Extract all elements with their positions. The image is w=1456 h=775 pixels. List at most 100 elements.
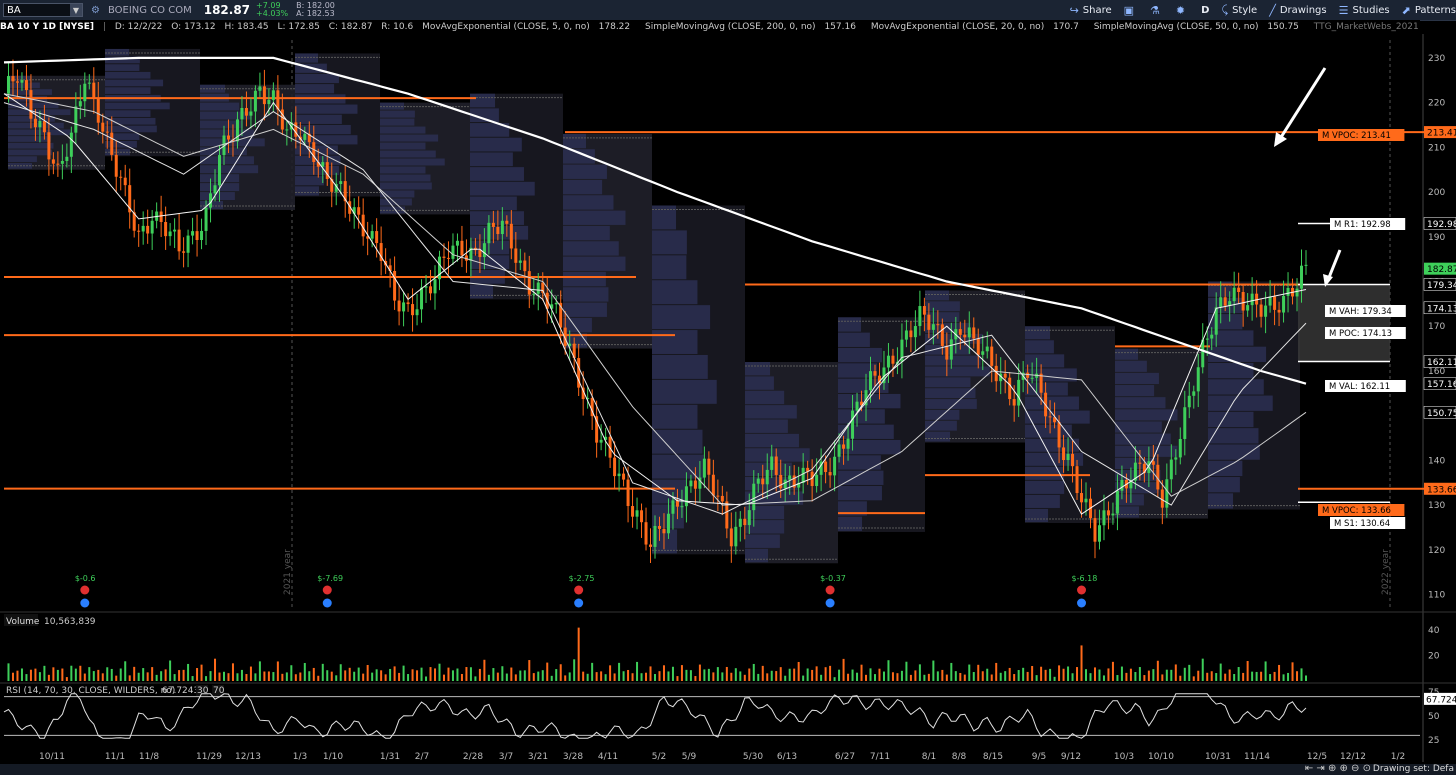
volume-bar: [312, 667, 315, 681]
profile-bar: [8, 116, 55, 122]
gear-button[interactable]: ✹: [1176, 4, 1189, 17]
candle-body: [182, 251, 186, 253]
volume-bar: [1076, 667, 1079, 681]
profile-bar: [745, 462, 792, 477]
handle-tag: @TriBeCaTrading || @MarketWebs: [21, 38, 173, 49]
price-tag: [1423, 406, 1456, 419]
study-ema5[interactable]: MovAvgExponential (CLOSE, 5, 0, no) 178.…: [422, 22, 636, 32]
share-button[interactable]: ↪ Share: [1070, 4, 1112, 17]
volume-bar: [1287, 672, 1290, 681]
flask-button[interactable]: ⚗: [1150, 4, 1164, 17]
layout-button[interactable]: ▣: [1124, 4, 1138, 17]
candle-body: [918, 306, 922, 327]
candle-body: [1003, 373, 1007, 378]
symbol-input[interactable]: BA ▼: [3, 3, 83, 17]
candle-body: [981, 351, 985, 355]
profile-bar: [1208, 460, 1243, 477]
profile-bar: [8, 122, 64, 129]
candle-body: [1156, 464, 1160, 490]
volume-bar: [878, 668, 881, 681]
profile-bar: [652, 205, 677, 230]
settings-icon[interactable]: ⚙: [91, 5, 100, 16]
volume-bar: [667, 671, 670, 681]
price-tick-label: 170: [1428, 322, 1445, 332]
volume-bar: [671, 666, 674, 681]
volume-bar: [1111, 661, 1114, 681]
study-sma50[interactable]: SimpleMovingAvg (CLOSE, 50, 0, no) 150.7…: [1094, 22, 1305, 32]
annotation-arrow: [1276, 67, 1327, 143]
volume-bar: [142, 668, 145, 681]
earnings-value: $-6.18: [1072, 574, 1098, 583]
profile-bar: [200, 183, 240, 192]
profile-bar: [1115, 348, 1139, 360]
volume-value: 10,563,839: [44, 617, 96, 627]
volume-bar: [1013, 674, 1016, 681]
volume-bar: [537, 671, 540, 681]
candle-body: [69, 132, 73, 157]
profile-bar: [295, 53, 319, 63]
volume-bar: [1098, 669, 1101, 681]
patterns-button[interactable]: ⬈ Patterns: [1402, 4, 1456, 17]
profile-bar: [380, 206, 406, 214]
chevron-down-icon[interactable]: ▼: [70, 4, 82, 16]
volume-bar: [1152, 669, 1155, 681]
candle-body: [123, 177, 127, 186]
profile-bar: [470, 152, 513, 167]
profile-bar: [838, 516, 863, 531]
price-tick-label: 150: [1428, 412, 1445, 422]
candle-body: [972, 327, 976, 339]
volume-bar: [685, 669, 688, 681]
profile-bar: [563, 133, 587, 149]
profile-bar: [925, 366, 990, 377]
study-ema20[interactable]: MovAvgExponential (CLOSE, 20, 0, no) 170…: [871, 22, 1085, 32]
volume-bar: [725, 666, 728, 681]
price-chart[interactable]: 2021 year 2022 year 110 120 130 140 150 160 170…: [0, 0, 1456, 775]
volume-bar: [52, 667, 55, 681]
alert-icon[interactable]: !: [4, 38, 15, 49]
profile-bar: [8, 136, 51, 142]
price-tick-label: 140: [1428, 456, 1445, 466]
profile-block: [652, 205, 745, 555]
volume-bar: [375, 669, 378, 681]
candle-body: [375, 231, 379, 244]
drawing-set-label[interactable]: Drawing set: Defa: [1373, 764, 1454, 774]
candle-body: [240, 107, 244, 120]
period-button[interactable]: D: [1201, 5, 1209, 16]
style-button[interactable]: ⤹ Style: [1221, 3, 1257, 17]
volume-bar: [1143, 675, 1146, 681]
candle-body: [307, 133, 311, 143]
volume-bar: [977, 664, 980, 681]
volume-bar: [1134, 672, 1137, 681]
volume-bar: [514, 674, 517, 681]
volume-bar: [936, 671, 939, 681]
study-sma200[interactable]: SimpleMovingAvg (CLOSE, 200, 0, no) 157.…: [645, 22, 862, 32]
volume-bar: [1161, 674, 1164, 681]
volume-bar: [658, 671, 661, 681]
candle-body: [707, 458, 711, 475]
candle-body: [608, 436, 612, 458]
profile-bar: [470, 225, 529, 240]
drawings-button[interactable]: ╱ Drawings: [1269, 4, 1326, 17]
candle-body: [1174, 457, 1178, 460]
zoom-controls[interactable]: ⇤ ⇥ ⊕ ⊕ ⊖ ⊙: [1305, 763, 1371, 774]
studies-button[interactable]: ☰ Studies: [1339, 4, 1390, 17]
profile-bar: [1208, 411, 1254, 428]
candle-body: [1237, 287, 1241, 293]
volume-bar: [483, 659, 486, 681]
profile-bar: [1115, 506, 1140, 518]
candle-body: [729, 528, 733, 547]
candle-body: [895, 361, 899, 364]
candle-body: [752, 483, 756, 511]
volume-bar: [88, 667, 91, 681]
profile-bar: [925, 431, 951, 442]
company-name: BOEING CO COM: [107, 4, 192, 16]
volume-bar: [986, 668, 989, 681]
volume-bar: [249, 666, 252, 681]
study-ttg[interactable]: TTG_MarketWebs_2021 (yes, Automatic, Min…: [1314, 22, 1420, 32]
volume-bar: [721, 672, 724, 681]
studies-icon: ☰: [1338, 3, 1349, 17]
volume-bar: [1093, 667, 1096, 681]
candle-body: [96, 97, 100, 123]
volume-bar: [1107, 668, 1110, 681]
volume-bar: [173, 674, 176, 681]
